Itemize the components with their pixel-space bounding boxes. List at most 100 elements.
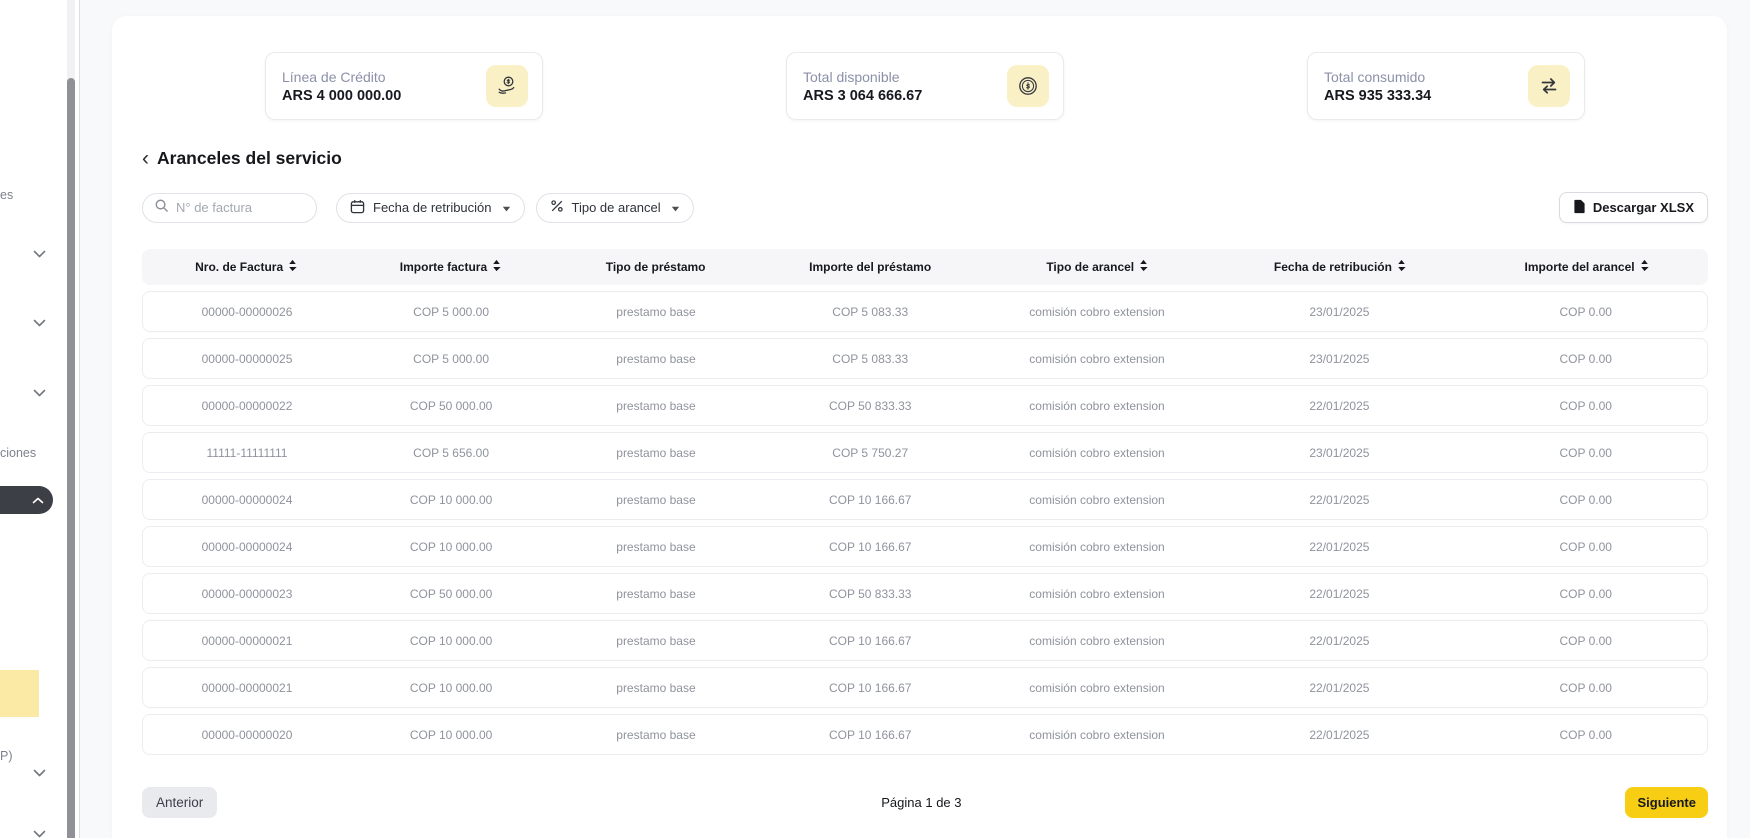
summary-card-text: Total consumidoARS 935 333.34 (1324, 69, 1431, 104)
previous-page-button[interactable]: Anterior (142, 787, 217, 818)
table-cell: 23/01/2025 (1214, 305, 1464, 319)
download-xlsx-label: Descargar XLSX (1593, 200, 1694, 215)
table-cell: COP 10 000.00 (351, 681, 551, 695)
column-header-3: Tipo de préstamo (551, 260, 761, 274)
table-cell: comisión cobro extension (980, 540, 1215, 554)
column-header-2[interactable]: Importe factura (350, 259, 550, 275)
tariff-filter-label: Tipo de arancel (572, 200, 661, 215)
table-cell: comisión cobro extension (980, 493, 1215, 507)
hand-coin-icon (486, 65, 528, 107)
table-cell: COP 0.00 (1465, 399, 1707, 413)
table-cell: 00000-00000024 (143, 493, 351, 507)
table-cell: prestamo base (551, 728, 761, 742)
table-cell: prestamo base (551, 305, 761, 319)
summary-card-total-disponible: Total disponibleARS 3 064 666.67 (786, 52, 1064, 120)
table-cell: COP 10 000.00 (351, 540, 551, 554)
table-cell: COP 10 166.67 (761, 681, 980, 695)
table-cell: prestamo base (551, 681, 761, 695)
table-cell: 22/01/2025 (1214, 540, 1464, 554)
table-header-row: Nro. de Factura Importe factura Tipo de pr… (142, 249, 1708, 285)
table-cell: 00000-00000021 (143, 681, 351, 695)
column-header-4: Importe del préstamo (761, 260, 980, 274)
table-cell: 22/01/2025 (1214, 634, 1464, 648)
table-row: 00000-00000021COP 10 000.00prestamo base… (142, 667, 1708, 708)
column-header-1[interactable]: Nro. de Factura (142, 259, 350, 275)
summary-card-label: Línea de Crédito (282, 69, 401, 85)
back-chevron-icon[interactable]: ‹ (142, 149, 149, 169)
table-cell: COP 0.00 (1465, 634, 1707, 648)
table-cell: prestamo base (551, 540, 761, 554)
caret-down-icon (502, 200, 511, 215)
column-header-6[interactable]: Fecha de retribución (1215, 259, 1466, 275)
next-page-button[interactable]: Siguiente (1625, 787, 1708, 818)
table-cell: COP 0.00 (1465, 305, 1707, 319)
date-filter-dropdown[interactable]: Fecha de retribución (336, 193, 525, 223)
table-cell: COP 10 166.67 (761, 540, 980, 554)
fees-table: Nro. de Factura Importe factura Tipo de pr… (142, 249, 1708, 755)
calendar-icon (350, 199, 365, 217)
table-cell: COP 5 656.00 (351, 446, 551, 460)
table-row: 00000-00000024COP 10 000.00prestamo base… (142, 479, 1708, 520)
sidebar-active-item-highlight[interactable] (0, 670, 39, 717)
table-cell: COP 5 000.00 (351, 352, 551, 366)
table-cell: COP 0.00 (1465, 446, 1707, 460)
column-header-label: Importe factura (400, 260, 487, 274)
content-panel: Línea de CréditoARS 4 000 000.00 Total di… (112, 16, 1727, 838)
sidebar-item-label[interactable]: es (0, 188, 13, 202)
chevron-down-icon[interactable] (33, 825, 46, 838)
chevron-down-icon[interactable] (33, 245, 46, 263)
table-cell: 00000-00000020 (143, 728, 351, 742)
search-input-wrapper (142, 193, 317, 223)
table-cell: 23/01/2025 (1214, 352, 1464, 366)
table-cell: 22/01/2025 (1214, 587, 1464, 601)
summary-card-value: ARS 935 333.34 (1324, 88, 1431, 104)
table-cell: prestamo base (551, 399, 761, 413)
table-cell: COP 0.00 (1465, 493, 1707, 507)
app-window: es ciones P) Línea de CréditoARS 4 000 0 (0, 0, 1750, 838)
table-cell: 11111-11111111 (143, 446, 351, 460)
column-header-7[interactable]: Importe del arancel (1465, 259, 1708, 275)
table-cell: 00000-00000025 (143, 352, 351, 366)
table-cell: COP 0.00 (1465, 681, 1707, 695)
table-cell: prestamo base (551, 446, 761, 460)
sidebar-item-label[interactable]: ciones (0, 446, 36, 460)
chevron-down-icon[interactable] (33, 314, 46, 332)
sort-icon (492, 259, 501, 275)
summary-card-linea-de-credito: Línea de CréditoARS 4 000 000.00 (265, 52, 543, 120)
file-icon (1573, 199, 1586, 217)
sidebar-item-label[interactable]: P) (0, 749, 13, 763)
table-cell: prestamo base (551, 587, 761, 601)
sidebar-scrollbar-thumb[interactable] (67, 78, 75, 838)
sidebar-item-expanded[interactable] (0, 486, 53, 514)
table-cell: comisión cobro extension (980, 399, 1215, 413)
column-header-label: Importe del préstamo (809, 260, 931, 274)
coin-icon (1007, 65, 1049, 107)
table-cell: COP 10 000.00 (351, 493, 551, 507)
column-header-label: Fecha de retribución (1274, 260, 1392, 274)
sort-icon (1139, 259, 1148, 275)
table-row: 11111-11111111COP 5 656.00prestamo base C… (142, 432, 1708, 473)
chevron-down-icon[interactable] (33, 384, 46, 402)
table-cell: comisión cobro extension (980, 446, 1215, 460)
table-row: 00000-00000020COP 10 000.00prestamo base… (142, 714, 1708, 755)
download-xlsx-button[interactable]: Descargar XLSX (1559, 192, 1708, 223)
table-cell: 23/01/2025 (1214, 446, 1464, 460)
table-cell: COP 5 083.33 (761, 352, 980, 366)
search-input[interactable] (176, 200, 305, 215)
table-cell: COP 10 000.00 (351, 728, 551, 742)
chevron-down-icon[interactable] (33, 764, 46, 782)
summary-card-text: Total disponibleARS 3 064 666.67 (803, 69, 922, 104)
transfer-arrows-icon (1528, 65, 1570, 107)
table-cell: prestamo base (551, 493, 761, 507)
sort-icon (288, 259, 297, 275)
table-cell: COP 10 166.67 (761, 493, 980, 507)
column-header-5[interactable]: Tipo de arancel (980, 259, 1215, 275)
table-cell: comisión cobro extension (980, 305, 1215, 319)
table-cell: COP 50 000.00 (351, 587, 551, 601)
table-cell: COP 0.00 (1465, 728, 1707, 742)
tariff-filter-dropdown[interactable]: Tipo de arancel (536, 193, 694, 223)
table-cell: 22/01/2025 (1214, 728, 1464, 742)
chevron-up-icon (32, 491, 44, 509)
table-row: 00000-00000021COP 10 000.00prestamo base… (142, 620, 1708, 661)
table-row: 00000-00000026COP 5 000.00prestamo baseC… (142, 291, 1708, 332)
